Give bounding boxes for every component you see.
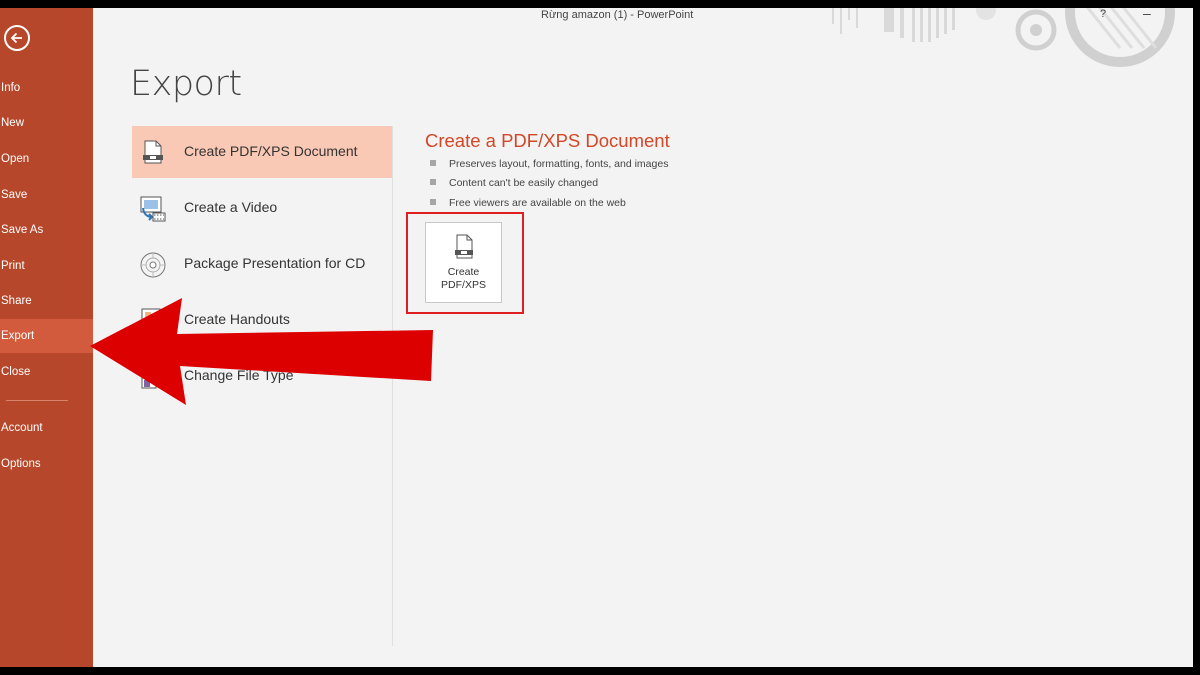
cd-icon (140, 252, 166, 278)
option-create-video[interactable]: Create a Video (132, 182, 392, 234)
sidebar-item-label: Open (1, 153, 30, 165)
sidebar-item-account[interactable]: Account (0, 411, 93, 445)
sidebar-item-label: Account (1, 422, 43, 434)
sidebar-item-label: Print (1, 260, 25, 272)
back-button[interactable] (4, 25, 30, 51)
pdf-document-icon (143, 140, 163, 164)
video-icon (140, 196, 166, 222)
handouts-icon (141, 308, 161, 333)
sidebar-item-label: Export (1, 330, 35, 342)
sidebar-item-close[interactable]: Close (0, 355, 93, 389)
sidebar-item-info[interactable]: Info (0, 71, 93, 105)
option-label: Package Presentation for CD (184, 255, 366, 271)
bullet-square-icon (430, 179, 436, 186)
detail-bullet: Free viewers are available on the web (430, 197, 626, 209)
detail-bullet: Preserves layout, formatting, fonts, and… (430, 158, 668, 170)
sidebar-item-label: New (1, 117, 25, 129)
pane-divider (392, 126, 393, 646)
option-label: Create Handouts (184, 311, 290, 327)
bullet-text: Free viewers are available on the web (449, 197, 626, 209)
bullet-text: Preserves layout, formatting, fonts, and… (449, 158, 669, 170)
sidebar-item-share[interactable]: Share (0, 284, 93, 318)
sidebar-item-label: Close (1, 366, 31, 378)
option-label: Change File Type (184, 367, 294, 383)
sidebar-item-label: Save As (1, 224, 44, 236)
minimize-button[interactable]: – (1143, 8, 1151, 21)
sidebar-item-print[interactable]: Print (0, 249, 93, 283)
sidebar-item-export[interactable]: Export (0, 319, 93, 353)
sidebar-item-label: Info (1, 82, 21, 94)
sidebar-item-open[interactable]: Open (0, 142, 93, 176)
option-change-file-type[interactable]: Change File Type (132, 350, 392, 402)
option-package-cd[interactable]: Package Presentation for CD (132, 238, 392, 290)
bullet-square-icon (430, 160, 436, 167)
bullet-text: Content can't be easily changed (449, 177, 599, 189)
option-create-handouts[interactable]: Create Handouts (132, 294, 392, 346)
bullet-square-icon (430, 199, 436, 206)
help-button[interactable]: ? (1100, 8, 1106, 20)
sidebar-item-new[interactable]: New (0, 106, 93, 140)
option-create-pdf-xps[interactable]: Create PDF/XPS Document (132, 126, 392, 178)
file-type-icon (141, 369, 157, 389)
page-title: Export (130, 64, 242, 104)
detail-title: Create a PDF/XPS Document (425, 130, 670, 151)
sidebar-item-save[interactable]: Save (0, 178, 93, 212)
sidebar-divider (6, 400, 68, 401)
title-bar-decoration (832, 8, 1175, 67)
sidebar-item-options[interactable]: Options (0, 447, 93, 481)
backstage-sidebar: Info New Open Save Save As Print Share E… (0, 8, 93, 667)
option-label: Create PDF/XPS Document (184, 143, 358, 159)
sidebar-item-save-as[interactable]: Save As (0, 213, 93, 247)
window-title: Rừng amazon (1) - PowerPoint (541, 9, 694, 21)
annotation-highlight-box (406, 212, 524, 314)
detail-bullet: Content can't be easily changed (430, 177, 598, 189)
sidebar-item-label: Save (1, 189, 28, 201)
sidebar-item-label: Share (1, 295, 32, 307)
back-arrow-icon (10, 32, 22, 44)
sidebar-item-label: Options (1, 458, 41, 470)
powerpoint-window: Info New Open Save Save As Print Share E… (0, 8, 1193, 667)
option-label: Create a Video (184, 199, 278, 215)
